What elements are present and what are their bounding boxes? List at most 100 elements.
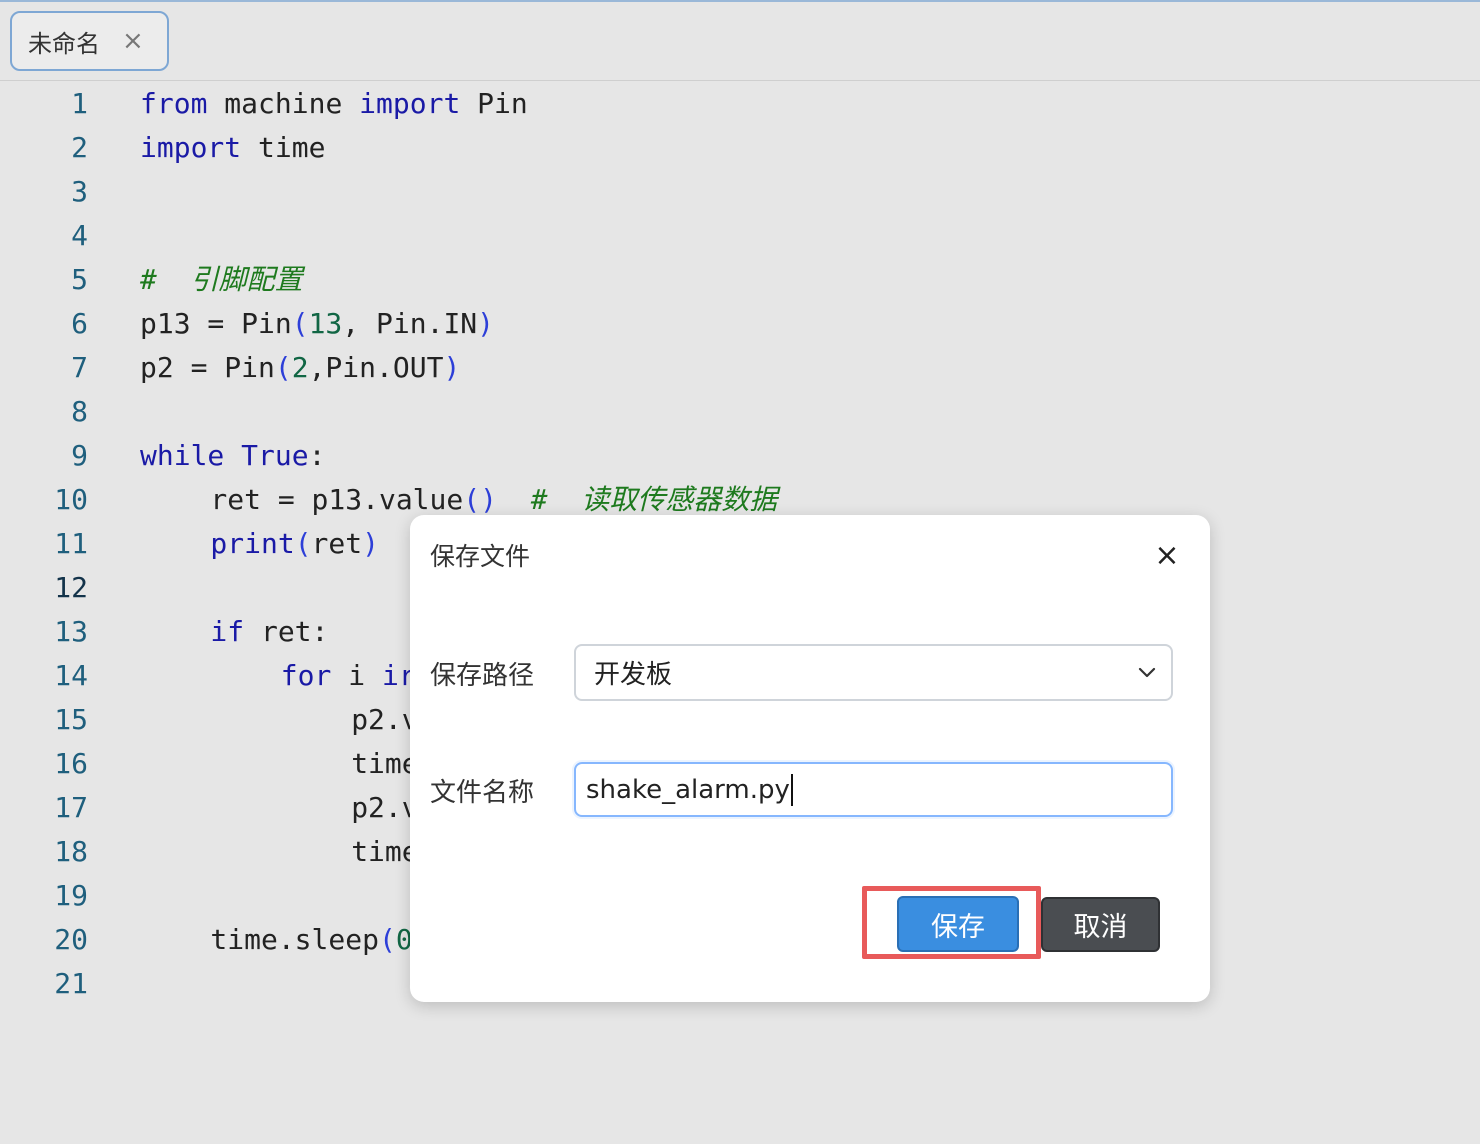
code-token: ) <box>362 527 379 560</box>
line-number: 2 <box>71 131 88 164</box>
code-token: True <box>241 439 309 472</box>
code-line[interactable]: 3 <box>0 170 1480 214</box>
code-text: # 引脚配置 <box>140 258 303 302</box>
line-number: 14 <box>54 659 88 692</box>
line-number: 4 <box>71 219 88 252</box>
line-number: 7 <box>71 351 88 384</box>
code-token: p2.v <box>351 791 419 824</box>
code-line[interactable]: 7 p2 = Pin(2,Pin.OUT) <box>0 346 1480 390</box>
code-text: p2.v <box>351 698 418 742</box>
code-text: time <box>351 830 418 874</box>
code-token: ret: <box>244 615 329 648</box>
line-number: 13 <box>54 615 88 648</box>
line-number: 16 <box>54 747 88 780</box>
code-line[interactable]: 4 <box>0 214 1480 258</box>
code-text: print(ret) <box>210 522 379 566</box>
code-line[interactable]: 8 <box>0 390 1480 434</box>
code-token: 2 <box>291 351 309 384</box>
code-text: time <box>351 742 418 786</box>
code-token: time <box>351 835 419 868</box>
code-token: from <box>140 87 208 120</box>
code-token: ( <box>378 923 396 956</box>
line-number: 21 <box>54 967 88 1000</box>
line-number: 10 <box>54 483 88 516</box>
code-token: print <box>210 527 295 560</box>
line-number: 3 <box>71 175 88 208</box>
code-line[interactable]: 2 import time <box>0 126 1480 170</box>
code-line[interactable]: 5 # 引脚配置 <box>0 258 1480 302</box>
code-token: time.sleep <box>210 923 379 956</box>
code-text: time.sleep(0 <box>210 918 412 962</box>
save-path-label: 保存路径 <box>430 661 535 691</box>
code-line[interactable]: 1 from machine import Pin <box>0 82 1480 126</box>
code-text: p2.v <box>351 786 418 830</box>
save-button[interactable]: 保存 <box>897 896 1019 952</box>
code-token: 13 <box>308 307 343 340</box>
save-file-dialog: 保存文件 × 保存路径 开发板 文件名称 shake_alarm.py 保存 取… <box>410 515 1210 1002</box>
code-token: : <box>308 439 326 472</box>
text-caret <box>790 773 793 806</box>
code-token: # 读取传感器数据 <box>530 483 778 516</box>
code-text: from machine import Pin <box>140 82 528 126</box>
code-token: ( <box>294 527 312 560</box>
code-token: ) <box>477 307 495 340</box>
code-token: while <box>140 439 225 472</box>
code-text: import time <box>140 126 325 170</box>
code-token: p2.v <box>351 703 419 736</box>
tab-label: 未命名 <box>28 29 100 58</box>
file-name-value: shake_alarm.py <box>586 774 790 805</box>
line-number: 15 <box>54 703 88 736</box>
code-line[interactable]: 9 while True: <box>0 434 1480 478</box>
dialog-title: 保存文件 <box>430 542 531 571</box>
line-number: 5 <box>71 263 88 296</box>
line-number: 9 <box>71 439 88 472</box>
line-number: 12 <box>54 571 88 604</box>
code-token: ret <box>311 527 363 560</box>
code-token: ) <box>443 351 461 384</box>
code-text: p13 = Pin(13, Pin.IN) <box>140 302 494 346</box>
line-number: 20 <box>54 923 88 956</box>
code-token: () <box>463 483 497 516</box>
cancel-button[interactable]: 取消 <box>1041 897 1160 952</box>
save-path-select[interactable]: 开发板 <box>574 644 1173 701</box>
tab-bar: 未命名 × <box>0 2 1480 81</box>
line-number: 1 <box>71 87 88 120</box>
code-token: # 引脚配置 <box>140 263 303 296</box>
line-number: 6 <box>71 307 88 340</box>
code-token: p2 = Pin <box>140 351 275 384</box>
code-token: p13 = Pin <box>140 307 292 340</box>
tab-untitled[interactable]: 未命名 × <box>10 11 169 71</box>
code-text: if ret: <box>210 610 328 654</box>
code-token: if <box>210 615 245 648</box>
code-token: machine <box>207 87 360 120</box>
code-token: ,Pin.OUT <box>308 351 444 384</box>
code-token: time <box>351 747 419 780</box>
code-token: ret = p13.value <box>210 483 464 516</box>
file-name-input[interactable]: shake_alarm.py <box>574 762 1173 817</box>
code-text: p2 = Pin(2,Pin.OUT) <box>140 346 460 390</box>
save-path-value: 开发板 <box>594 660 673 690</box>
line-number: 19 <box>54 879 88 912</box>
line-number: 11 <box>54 527 88 560</box>
chevron-down-icon <box>1138 667 1156 678</box>
code-text: for i ir <box>281 654 416 698</box>
code-token: import <box>359 87 461 120</box>
close-icon[interactable]: × <box>1154 541 1180 571</box>
code-line[interactable]: 6 p13 = Pin(13, Pin.IN) <box>0 302 1480 346</box>
line-number: 18 <box>54 835 88 868</box>
code-token: i <box>331 659 382 692</box>
code-token: time <box>241 131 326 164</box>
code-token: ( <box>291 307 309 340</box>
code-token: , Pin.IN <box>342 307 478 340</box>
code-token: ( <box>274 351 292 384</box>
file-name-label: 文件名称 <box>430 778 535 808</box>
code-token: for <box>280 659 332 692</box>
code-text: while True: <box>140 434 325 478</box>
line-number: 8 <box>71 395 88 428</box>
code-token: import <box>140 131 242 164</box>
line-number: 17 <box>54 791 88 824</box>
close-icon[interactable]: × <box>122 28 144 54</box>
code-token: Pin <box>460 87 528 120</box>
